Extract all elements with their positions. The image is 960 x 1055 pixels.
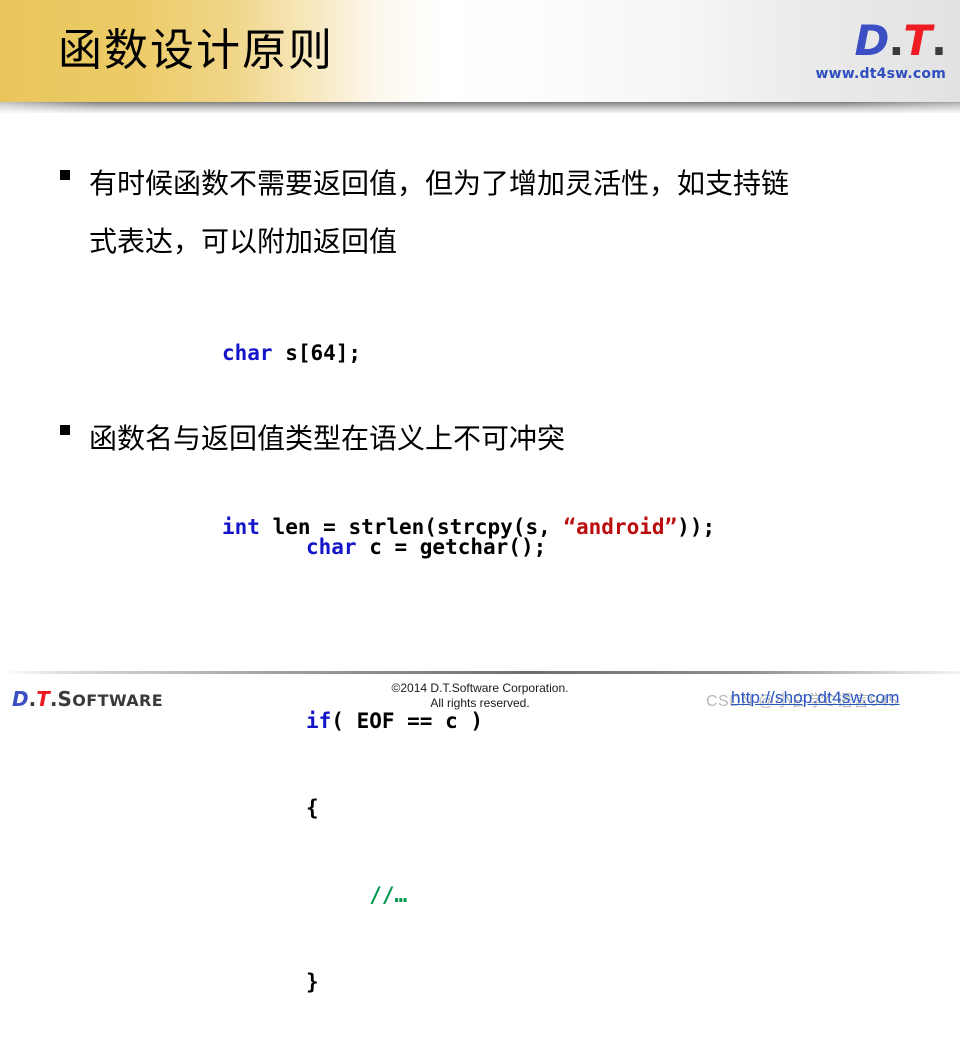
footer-divider [0, 671, 960, 674]
page-title: 函数设计原则 [58, 25, 334, 76]
code-line: char c = getchar(); [306, 535, 547, 559]
bullet-item-1: 有时候函数不需要返回值，但为了增加灵活性，如支持链 [60, 155, 920, 213]
company-website-url: www.dt4sw.com [815, 66, 946, 82]
shop-link-watermark[interactable]: http://shop.dt4sw.com [731, 688, 900, 708]
bullet-item-2: 函数名与返回值类型在语义上不可冲突 [60, 410, 920, 468]
code-line: } [306, 970, 319, 994]
brand-logo-header: D.T. www.dt4sw.com [770, 16, 947, 83]
logo-dot-1: . [888, 16, 904, 65]
bullet-square-icon [60, 170, 70, 180]
bullet-square-icon [60, 425, 70, 435]
dt-logo-mark: D.T. [770, 16, 947, 65]
bullet-item-1-continuation: 式表达，可以附加返回值 [89, 213, 919, 271]
logo-dot-2: . [931, 16, 947, 65]
bullet-item-2-label: 函数名与返回值类型在语义上不可冲突 [89, 422, 566, 455]
code-block-2: char c = getchar(); if( EOF == c ) { //…… [306, 475, 546, 1055]
watermark-group: CSDN @小白学C语言945 http://shop.dt4sw.com [700, 686, 960, 714]
code-line: //… [369, 883, 408, 907]
code-line: if( EOF == c ) [306, 709, 484, 733]
header-shadow-fade [0, 102, 960, 113]
code-line: { [306, 796, 319, 820]
logo-letter-t: T [903, 16, 932, 65]
bullet-item-1-continuation-label: 式表达，可以附加返回值 [89, 225, 398, 258]
slide-content: 有时候函数不需要返回值，但为了增加灵活性，如支持链 式表达，可以附加返回值 ch… [0, 113, 960, 994]
bullet-item-1-label: 有时候函数不需要返回值，但为了增加灵活性，如支持链 [89, 167, 790, 200]
logo-letter-d: D [854, 16, 890, 65]
code-line: char s[64]; [222, 341, 362, 365]
